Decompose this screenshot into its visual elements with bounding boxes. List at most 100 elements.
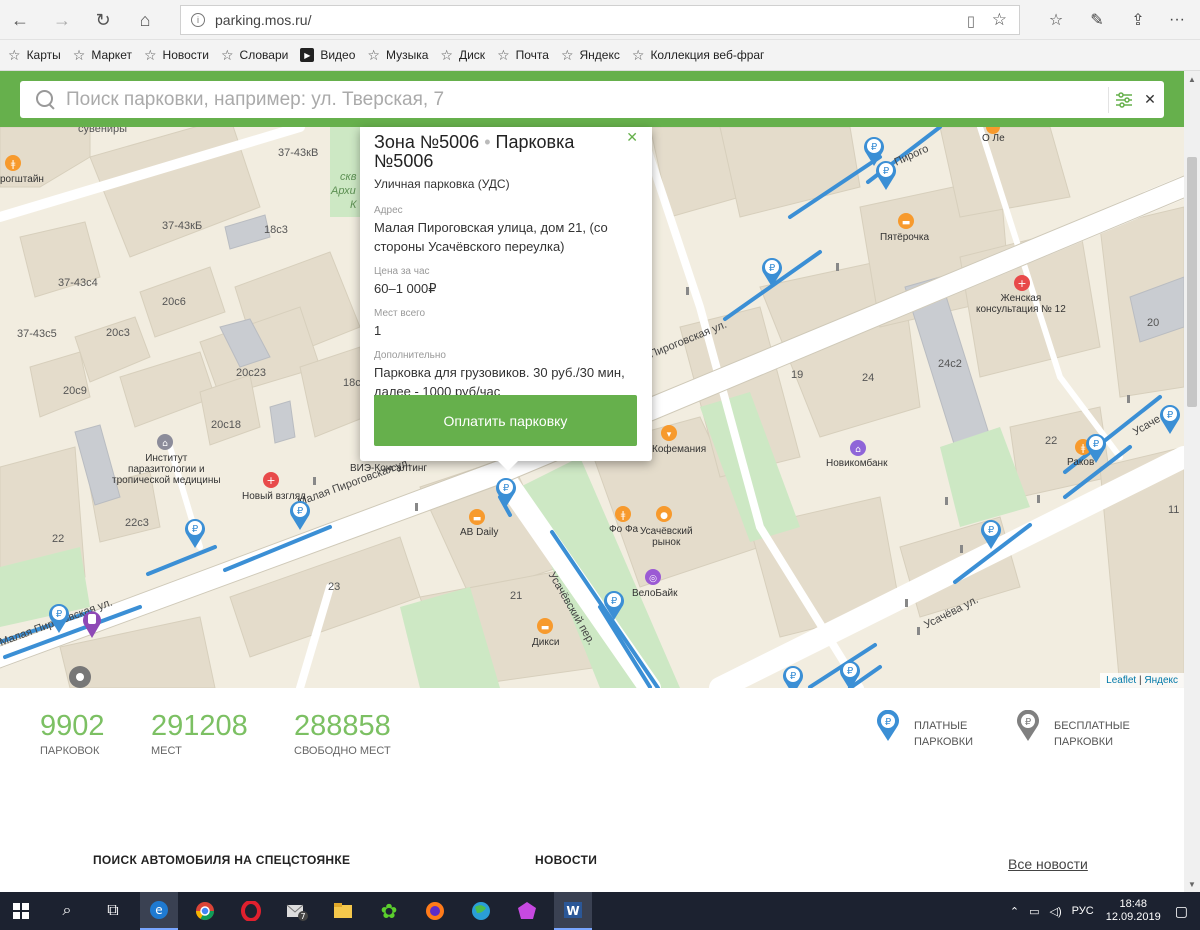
paid-parking-marker-icon[interactable]: ₽	[874, 159, 898, 191]
opera-icon[interactable]	[232, 892, 270, 930]
park-label: К	[350, 199, 357, 211]
paid-parking-marker-icon[interactable]: ₽	[1084, 432, 1108, 464]
reading-view-icon[interactable]: ▯	[967, 12, 975, 30]
bookmark-news[interactable]: ☆ Новости	[144, 47, 209, 64]
forward-arrow-icon[interactable]: →	[50, 8, 74, 32]
metro-icon[interactable]	[68, 665, 92, 688]
icq-icon[interactable]: ✿	[370, 892, 408, 930]
bookmark-disk[interactable]: ☆ Диск	[440, 47, 485, 64]
legend-paid: ₽ платные парковки	[876, 710, 973, 750]
svg-text:+: +	[266, 474, 275, 487]
pay-parking-button[interactable]: Оплатить парковку	[374, 395, 637, 446]
star-icon: ☆	[143, 46, 157, 63]
poi-label: О Ле	[982, 133, 1005, 144]
bookmark-market[interactable]: ☆ Маркет	[73, 47, 132, 64]
back-arrow-icon[interactable]: ←	[8, 8, 32, 32]
parking-info-popup: ✕ Зона №5006 • Парковка №5006 Уличная па…	[360, 127, 652, 471]
bookmark-dictionaries[interactable]: ☆ Словари	[221, 47, 288, 64]
bicycle-icon[interactable]: ◎	[644, 568, 662, 586]
paid-parking-marker-icon[interactable]: ₽	[1158, 403, 1182, 435]
word-icon[interactable]: W	[554, 892, 592, 930]
tram-stop-icon[interactable]	[81, 609, 103, 639]
bookmark-video[interactable]: ▶ Видео	[300, 48, 355, 62]
windows-start-icon[interactable]	[2, 892, 40, 930]
mail-icon[interactable]: 7	[278, 892, 316, 930]
paid-parking-marker-icon[interactable]: ₽	[183, 517, 207, 549]
search-input[interactable]	[66, 88, 1106, 111]
info-icon[interactable]: i	[191, 13, 205, 27]
network-icon[interactable]: ▭	[1029, 905, 1039, 918]
svg-text:₽: ₽	[503, 483, 510, 494]
spots-label: Мест всего	[374, 308, 426, 319]
volume-icon[interactable]: ◁)	[1050, 905, 1062, 918]
paid-parking-marker-icon[interactable]: ₽	[979, 518, 1003, 550]
keyboard-language[interactable]: РУС	[1072, 905, 1094, 917]
medical-cross-icon[interactable]: +	[1013, 274, 1031, 292]
bookmark-maps[interactable]: ☆ Карты	[8, 47, 61, 64]
search-icon[interactable]: ⌕	[48, 892, 86, 930]
chrome-icon[interactable]	[186, 892, 224, 930]
paid-parking-marker-icon[interactable]: ₽	[781, 664, 805, 688]
home-icon[interactable]: ⌂	[133, 8, 157, 32]
bookmark-yandex[interactable]: ☆ Яндекс	[561, 47, 620, 64]
scroll-thumb[interactable]	[1187, 157, 1197, 407]
address-bar[interactable]: i parking.mos.ru/ ▯ ☆	[180, 5, 1020, 35]
clock[interactable]: 18:48 12.09.2019	[1106, 898, 1161, 924]
yandex-link[interactable]: Яндекс	[1144, 675, 1178, 686]
svg-text:₽: ₽	[1167, 410, 1174, 421]
bank-icon[interactable]: ⌂	[849, 439, 867, 457]
poi-label: Кофемания	[652, 444, 707, 455]
paid-parking-marker-icon[interactable]: ₽	[602, 589, 626, 621]
medical-cross-icon[interactable]: +	[262, 471, 280, 489]
svg-text:ǂ: ǂ	[621, 510, 626, 521]
filter-icon[interactable]	[1108, 87, 1138, 113]
svg-text:⌂: ⌂	[162, 439, 168, 449]
edge-browser-icon[interactable]: e	[140, 892, 178, 930]
paid-parking-marker-icon[interactable]: ₽	[838, 659, 862, 688]
globe-icon[interactable]	[462, 892, 500, 930]
close-icon[interactable]: ✕	[626, 129, 638, 146]
scroll-up-icon[interactable]: ▲	[1184, 71, 1200, 87]
map-label: 20с23	[236, 367, 266, 379]
notifications-icon[interactable]: ▢	[1175, 903, 1188, 920]
page-scrollbar[interactable]: ▲ ▼	[1184, 71, 1200, 892]
paid-parking-marker-icon[interactable]: ₽	[760, 256, 784, 288]
app-icon[interactable]	[508, 892, 546, 930]
sliders-icon	[1115, 92, 1132, 108]
price-value: 60–1 000₽	[374, 281, 437, 296]
scroll-down-icon[interactable]: ▼	[1184, 876, 1200, 892]
restaurant-icon[interactable]: ǂ	[4, 154, 22, 172]
more-icon[interactable]: ···	[1166, 9, 1188, 31]
bookmark-mail[interactable]: ☆ Почта	[497, 47, 549, 64]
star-icon: ☆	[440, 46, 453, 63]
market-icon[interactable]: ●	[655, 505, 673, 523]
favorites-hub-icon[interactable]: ☆	[1045, 9, 1067, 31]
bookmark-collection[interactable]: ☆ Коллекция веб-фраг	[632, 47, 765, 64]
paid-parking-marker-icon[interactable]: ₽	[288, 499, 312, 531]
map-label: 24с2	[938, 358, 962, 370]
all-news-link[interactable]: Все новости	[1008, 856, 1088, 872]
paid-parking-marker-icon[interactable]: ₽	[47, 602, 71, 634]
selected-parking-marker-icon[interactable]: ₽	[494, 476, 518, 508]
svg-text:7: 7	[300, 912, 305, 921]
map-label: 20с3	[106, 327, 130, 339]
cafe-icon[interactable]: ▾	[660, 424, 678, 442]
favorite-star-icon[interactable]: ☆	[992, 10, 1007, 30]
chevron-up-icon[interactable]: ⌃	[1010, 905, 1019, 918]
restaurant-icon[interactable]: ǂ	[614, 505, 632, 523]
folder-icon[interactable]	[324, 892, 362, 930]
stats-panel: 9902 парковок 291208 мест 288858 свободн…	[0, 688, 1184, 808]
refresh-icon[interactable]: ↻	[91, 8, 115, 32]
bookmark-music[interactable]: ☆ Музыка	[367, 47, 428, 64]
task-view-icon[interactable]: ⧉	[94, 892, 132, 930]
firefox-icon[interactable]	[416, 892, 454, 930]
shop-basket-icon[interactable]: ▬	[468, 508, 486, 526]
leaflet-link[interactable]: Leaflet	[1106, 675, 1136, 686]
svg-text:▬: ▬	[541, 623, 550, 633]
pen-icon[interactable]: ✎	[1086, 9, 1108, 31]
shop-basket-icon[interactable]: ▬	[897, 212, 915, 230]
institute-icon[interactable]: ⌂	[156, 433, 174, 451]
share-icon[interactable]: ⇪	[1127, 9, 1149, 31]
clear-search-icon[interactable]: ✕	[1140, 88, 1160, 110]
shop-basket-icon[interactable]: ▬	[536, 617, 554, 635]
